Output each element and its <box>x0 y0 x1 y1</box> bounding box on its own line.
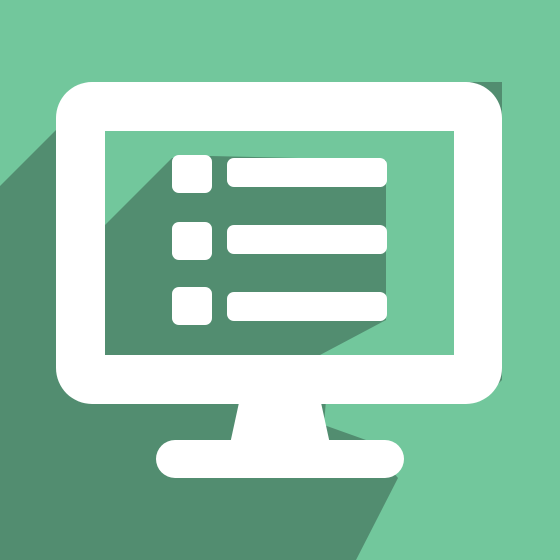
app-icon-tile <box>0 0 560 560</box>
list-bullet <box>172 222 212 260</box>
list-item <box>172 287 387 325</box>
monitor-list-icon <box>0 0 560 560</box>
list-line <box>227 158 387 187</box>
list-bullet <box>172 287 212 325</box>
monitor-neck <box>230 398 330 444</box>
list-line <box>227 225 387 254</box>
monitor-base <box>156 440 404 478</box>
list-line <box>227 292 387 321</box>
list-bullet <box>172 155 212 193</box>
